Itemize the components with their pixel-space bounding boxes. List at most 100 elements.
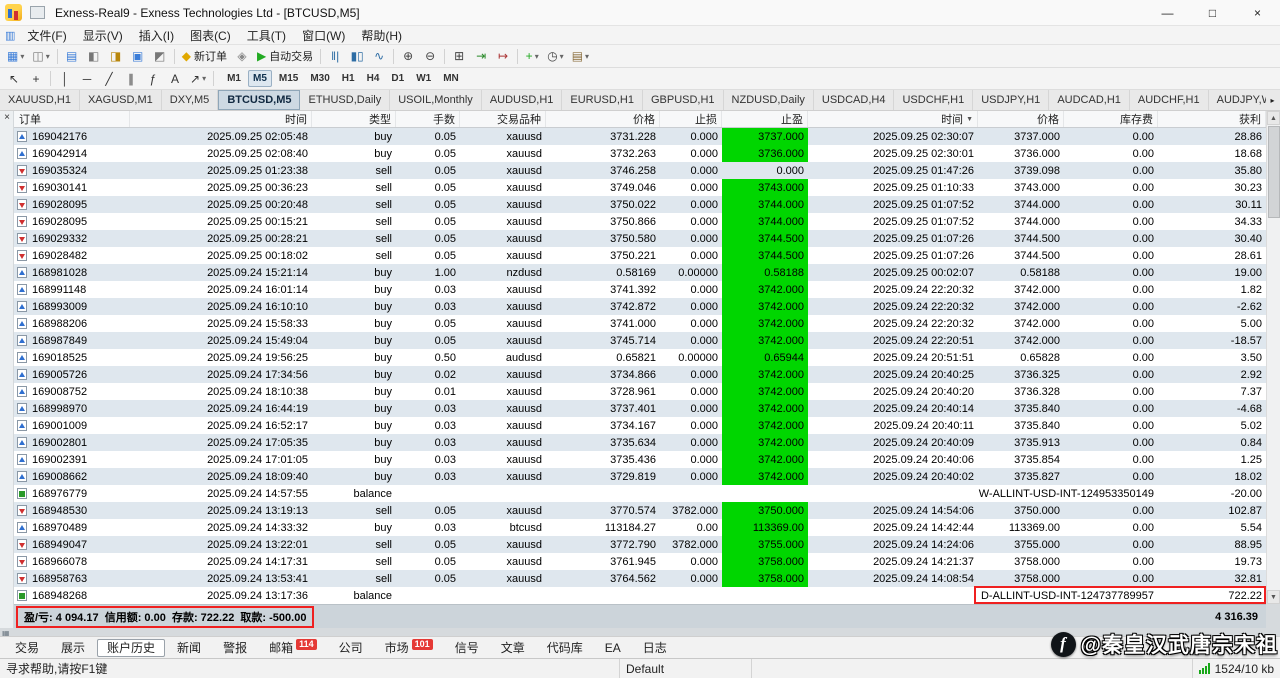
history-row[interactable]: 1689485302025.09.24 13:19:13sell0.05xauu… xyxy=(14,502,1266,519)
column-header-open-price[interactable]: 价格 xyxy=(546,111,660,127)
auto-scroll-button[interactable]: ⇥ xyxy=(471,47,491,66)
bottom-tab-trade[interactable]: 交易 xyxy=(5,639,49,657)
tab-scroll-right-button[interactable]: ▸ xyxy=(1266,94,1279,107)
profiles-button[interactable]: ◫▾ xyxy=(29,47,52,66)
new-chart-dropdown-icon[interactable]: ▾ xyxy=(20,52,24,61)
timeframe-m5-button[interactable]: M5 xyxy=(248,70,272,87)
history-row[interactable]: 1690185252025.09.24 19:56:25buy0.50audus… xyxy=(14,349,1266,366)
history-row[interactable]: 1689767792025.09.24 14:57:55balanceW-ALL… xyxy=(14,485,1266,502)
history-row[interactable]: 1690023912025.09.24 17:01:05buy0.03xauus… xyxy=(14,451,1266,468)
bar-chart-button[interactable]: ‖| xyxy=(325,47,345,66)
terminal-close-button[interactable]: × xyxy=(1,112,13,124)
bottom-tab-mailbox[interactable]: 邮箱114 xyxy=(259,639,327,657)
close-button[interactable]: × xyxy=(1235,0,1280,25)
history-row[interactable]: 1689704892025.09.24 14:33:32buy0.03btcus… xyxy=(14,519,1266,536)
column-header-open-time[interactable]: 时间 xyxy=(130,111,312,127)
history-row[interactable]: 1690087522025.09.24 18:10:38buy0.01xauus… xyxy=(14,383,1266,400)
crosshair-button[interactable]: + xyxy=(26,69,46,88)
strategy-tester-button[interactable]: ◩ xyxy=(150,47,170,66)
scrollbar-thumb[interactable] xyxy=(1268,126,1280,218)
bottom-tab-exposure[interactable]: 展示 xyxy=(51,639,95,657)
chart-tab-usdcad[interactable]: USDCAD,H4 xyxy=(814,90,895,110)
history-row[interactable]: 1690280952025.09.25 00:20:48sell0.05xauu… xyxy=(14,196,1266,213)
chart-tab-ethusd[interactable]: ETHUSD,Daily xyxy=(300,90,390,110)
bottom-tab-signals[interactable]: 信号 xyxy=(445,639,489,657)
column-header-close-time[interactable]: 时间▼ xyxy=(808,111,978,127)
column-header-tp[interactable]: 止盈 xyxy=(722,111,808,127)
column-header-profit[interactable]: 获利 xyxy=(1158,111,1266,127)
menu-item[interactable]: 帮助(H) xyxy=(353,26,410,44)
history-row[interactable]: 1690280952025.09.25 00:15:21sell0.05xauu… xyxy=(14,213,1266,230)
chart-tab-xagusd[interactable]: XAGUSD,M1 xyxy=(80,90,162,110)
menu-item[interactable]: 窗口(W) xyxy=(294,26,353,44)
chart-tab-btcusd[interactable]: BTCUSD,M5 xyxy=(218,90,300,110)
bottom-tab-ea[interactable]: EA xyxy=(595,639,631,657)
history-row[interactable]: 1689482682025.09.24 13:17:36balanceD-ALL… xyxy=(14,587,1266,604)
timeframe-m15-button[interactable]: M15 xyxy=(274,70,303,87)
vertical-line-button[interactable]: │ xyxy=(55,69,75,88)
history-row[interactable]: 1690353242025.09.25 01:23:38sell0.05xauu… xyxy=(14,162,1266,179)
history-row[interactable]: 1690293322025.09.25 00:28:21sell0.05xauu… xyxy=(14,230,1266,247)
history-row[interactable]: 1689490472025.09.24 13:22:01sell0.05xauu… xyxy=(14,536,1266,553)
arrows-tool-dropdown-icon[interactable]: ▾ xyxy=(202,74,206,83)
column-header-swap[interactable]: 库存费 xyxy=(1064,111,1158,127)
bottom-tab-market[interactable]: 市场101 xyxy=(375,639,443,657)
timeframe-h1-button[interactable]: H1 xyxy=(337,70,360,87)
scroll-up-button[interactable]: ▲ xyxy=(1267,111,1280,125)
history-row[interactable]: 1690284822025.09.25 00:18:02sell0.05xauu… xyxy=(14,247,1266,264)
timeframe-m1-button[interactable]: M1 xyxy=(222,70,246,87)
terminal-panel-button[interactable]: ▣ xyxy=(128,47,148,66)
history-row[interactable]: 1689587632025.09.24 13:53:41sell0.05xauu… xyxy=(14,570,1266,587)
line-chart-button[interactable]: ∿ xyxy=(369,47,389,66)
timeframe-w1-button[interactable]: W1 xyxy=(411,70,436,87)
history-row[interactable]: 1689878492025.09.24 15:49:04buy0.05xauus… xyxy=(14,332,1266,349)
menu-item[interactable]: 显示(V) xyxy=(75,26,131,44)
column-header-sl[interactable]: 止损 xyxy=(660,111,722,127)
templates-button[interactable]: ▤▾ xyxy=(569,47,592,66)
bottom-tab-news[interactable]: 新闻 xyxy=(167,639,211,657)
minimize-button[interactable]: — xyxy=(1145,0,1190,25)
autotrading-button[interactable]: ▶自动交易 xyxy=(254,47,316,66)
history-row[interactable]: 1690421762025.09.25 02:05:48buy0.05xauus… xyxy=(14,128,1266,145)
chart-tab-eurusd[interactable]: EURUSD,H1 xyxy=(562,90,643,110)
indicators-dropdown-icon[interactable]: ▾ xyxy=(535,52,539,61)
history-row[interactable]: 1689660782025.09.24 14:17:31sell0.05xauu… xyxy=(14,553,1266,570)
candlestick-chart-button[interactable]: ▮▯ xyxy=(347,47,367,66)
chart-tab-usdjpy[interactable]: USDJPY,H1 xyxy=(973,90,1049,110)
equidistant-channel-button[interactable]: ∥ xyxy=(121,69,141,88)
column-header-lots[interactable]: 手数 xyxy=(396,111,460,127)
history-row[interactable]: 1690301412025.09.25 00:36:23sell0.05xauu… xyxy=(14,179,1266,196)
zoom-out-button[interactable]: ⊖ xyxy=(420,47,440,66)
chart-tab-gbpusd[interactable]: GBPUSD,H1 xyxy=(643,90,724,110)
bottom-tab-codebase[interactable]: 代码库 xyxy=(537,639,593,657)
new-chart-button[interactable]: ▦▾ xyxy=(4,47,27,66)
chart-tab-usoil[interactable]: USOIL,Monthly xyxy=(390,90,482,110)
bottom-tab-articles[interactable]: 文章 xyxy=(491,639,535,657)
history-row[interactable]: 1690028012025.09.24 17:05:35buy0.03xauus… xyxy=(14,434,1266,451)
horizontal-line-button[interactable]: ─ xyxy=(77,69,97,88)
history-row[interactable]: 1690086622025.09.24 18:09:40buy0.03xauus… xyxy=(14,468,1266,485)
menu-item[interactable]: 图表(C) xyxy=(182,26,239,44)
tile-windows-button[interactable]: ⊞ xyxy=(449,47,469,66)
fibonacci-button[interactable]: ƒ xyxy=(143,69,163,88)
chart-shift-button[interactable]: ↦ xyxy=(493,47,513,66)
scroll-down-button[interactable]: ▼ xyxy=(1267,590,1280,604)
arrows-tool-button[interactable]: ↗▾ xyxy=(187,69,209,88)
chart-tab-nzdusd[interactable]: NZDUSD,Daily xyxy=(724,90,814,110)
new-order-button[interactable]: ◆新订单 xyxy=(179,47,230,66)
timeframe-mn-button[interactable]: MN xyxy=(438,70,464,87)
history-row[interactable]: 1689911482025.09.24 16:01:14buy0.03xauus… xyxy=(14,281,1266,298)
market-watch-button[interactable]: ▤ xyxy=(62,47,82,66)
timeframe-h4-button[interactable]: H4 xyxy=(362,70,385,87)
chart-tab-audchf[interactable]: AUDCHF,H1 xyxy=(1130,90,1209,110)
navigator-button[interactable]: ◨ xyxy=(106,47,126,66)
menu-item[interactable]: 插入(I) xyxy=(131,26,182,44)
table-scrollbar[interactable]: ▲ ▼ xyxy=(1266,111,1280,604)
history-row[interactable]: 1690057262025.09.24 17:34:56buy0.02xauus… xyxy=(14,366,1266,383)
indicators-button[interactable]: +▾ xyxy=(522,47,542,66)
status-profile[interactable]: Default xyxy=(620,659,752,678)
cursor-button[interactable]: ↖ xyxy=(4,69,24,88)
metaeditor-button[interactable]: ◈ xyxy=(232,47,252,66)
history-row[interactable]: 1690429142025.09.25 02:08:40buy0.05xauus… xyxy=(14,145,1266,162)
text-label-button[interactable]: A xyxy=(165,69,185,88)
